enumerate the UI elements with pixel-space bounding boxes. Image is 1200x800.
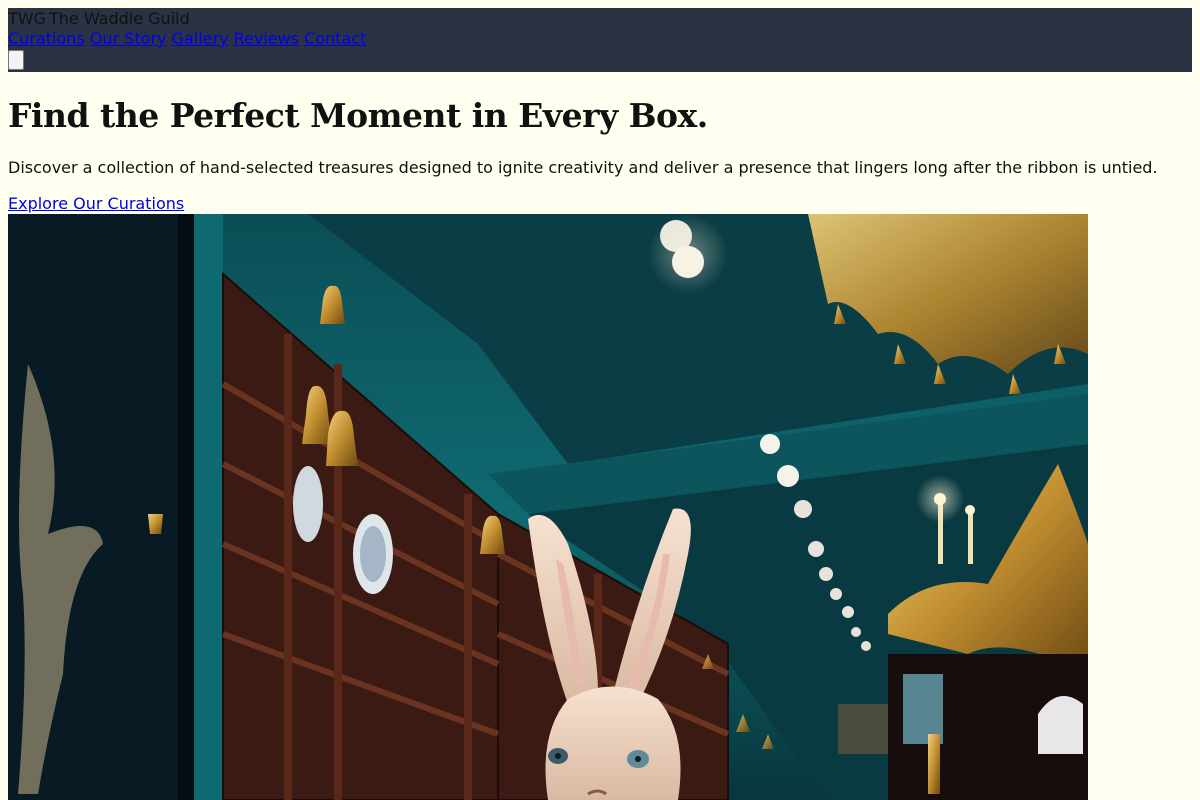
main-nav: Curations Our Story Gallery Reviews Cont… bbox=[8, 29, 366, 49]
brand-name: The Waddle Guild bbox=[49, 9, 190, 28]
hero-title: Find the Perfect Moment in Every Box. bbox=[8, 96, 708, 135]
hero-subtitle: Discover a collection of hand-selected t… bbox=[8, 158, 1158, 177]
brand[interactable]: TWG The Waddle Guild bbox=[8, 9, 190, 29]
nav-link-reviews[interactable]: Reviews bbox=[234, 29, 299, 48]
nav-link-our-story[interactable]: Our Story bbox=[90, 29, 167, 48]
nav-link-curations[interactable]: Curations bbox=[8, 29, 85, 48]
brand-mark: TWG bbox=[8, 9, 46, 28]
hero-shop-photo bbox=[8, 214, 1088, 800]
menu-toggle-button[interactable] bbox=[8, 50, 24, 70]
shop-interior-illustration bbox=[8, 214, 1088, 800]
nav-link-contact[interactable]: Contact bbox=[304, 29, 366, 48]
nav-link-gallery[interactable]: Gallery bbox=[172, 29, 229, 48]
explore-curations-link[interactable]: Explore Our Curations bbox=[8, 194, 184, 214]
